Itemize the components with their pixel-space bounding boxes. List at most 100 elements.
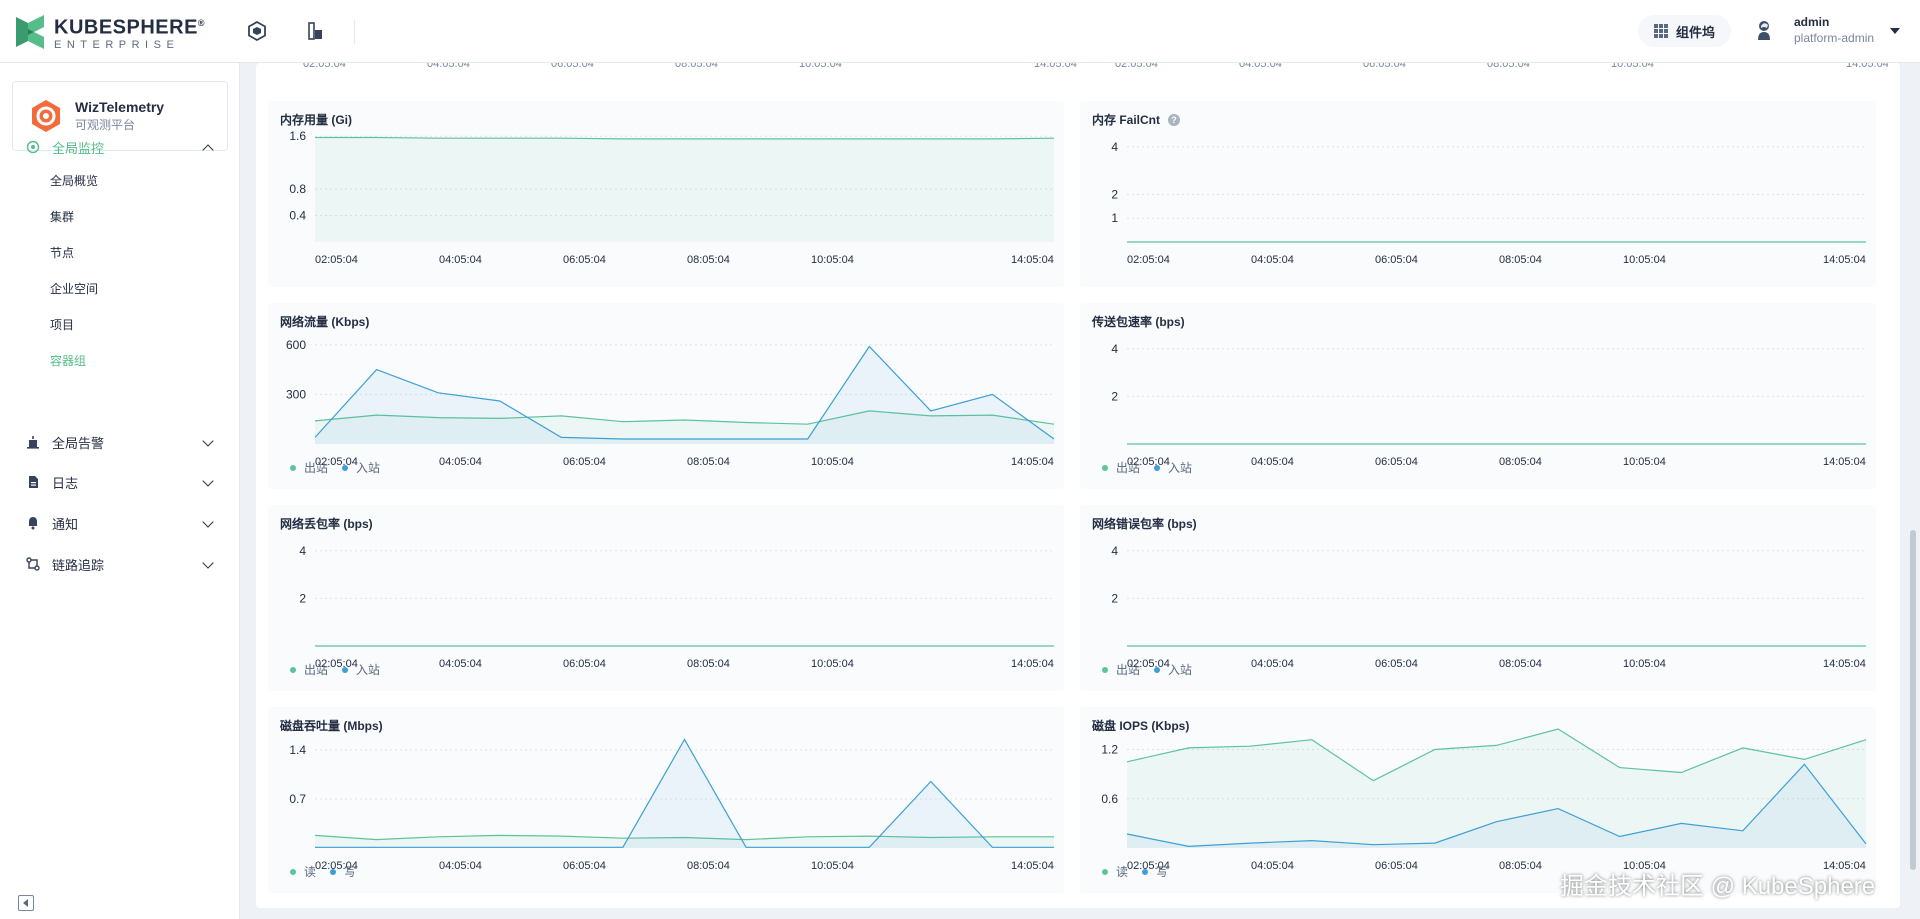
nav-item-nodes[interactable]: 节点 (50, 243, 74, 263)
legend-dot-icon (342, 464, 349, 471)
y-tick-label: 0.4 (289, 209, 306, 223)
legend-label: 入站 (1168, 663, 1193, 677)
x-tick-label: 04:05:04 (1251, 658, 1294, 670)
y-tick-label: 0.8 (289, 182, 306, 196)
series-area (315, 137, 1054, 242)
legend-item[interactable]: 出站 (1102, 459, 1140, 476)
legend-dot-icon (1142, 868, 1149, 875)
widget-dock-button[interactable]: 组件坞 (1638, 15, 1732, 47)
legend-label: 出站 (1116, 663, 1141, 677)
legend-item[interactable]: 入站 (342, 661, 380, 678)
legend-item[interactable]: 入站 (1154, 661, 1192, 678)
x-tick-label: 10:05:04 (811, 254, 854, 266)
x-tick-label: 08:05:04 (1499, 860, 1542, 872)
nav-group-global-alerts[interactable]: 全局告警 (0, 428, 240, 456)
legend-dot-icon (290, 464, 296, 471)
chart-legend: 读写 (290, 863, 370, 880)
strip-time-label: 04:05:04 (427, 63, 470, 70)
legend-dot-icon (1102, 464, 1108, 471)
nav-group-global-monitoring[interactable]: 全局监控 (0, 133, 240, 161)
strip-time-label: 10:05:04 (799, 63, 842, 70)
content-scrollbar[interactable] (1910, 530, 1916, 870)
x-tick-label: 06:05:04 (1375, 860, 1418, 872)
y-tick-label: 1.2 (1101, 743, 1118, 757)
nav-group-notifications[interactable]: 通知 (0, 509, 240, 537)
x-tick-label: 14:05:04 (1823, 254, 1866, 266)
app-description: 可观测平台 (75, 118, 136, 132)
legend-label: 读 (1116, 865, 1129, 879)
x-tick-label: 06:05:04 (1375, 254, 1418, 266)
legend-item[interactable]: 出站 (290, 459, 328, 476)
x-tick-label: 06:05:04 (563, 860, 606, 872)
legend-item[interactable]: 写 (330, 863, 356, 880)
chevron-down-icon (202, 475, 214, 487)
chevron-up-icon (202, 144, 214, 156)
nav-item-workspaces[interactable]: 企业空间 (50, 279, 98, 299)
nav-group-label: 日志 (52, 475, 79, 491)
nav-group-logs[interactable]: 日志 (0, 468, 240, 496)
legend-item[interactable]: 写 (1142, 863, 1168, 880)
legend-item[interactable]: 出站 (1102, 661, 1140, 678)
grid-icon (1654, 24, 1668, 38)
nav-item-overview[interactable]: 全局概览 (50, 171, 98, 191)
chart-card: 内存用量 (Gi) 1.6 0.8 0.4 02:05:04 04:05:04 06:05:… (268, 101, 1064, 287)
cluster-icon[interactable] (246, 20, 268, 42)
legend-label: 入站 (356, 663, 381, 677)
x-tick-label: 02:05:04 (1127, 254, 1170, 266)
chart-legend: 出站 入站 (1102, 459, 1206, 476)
x-tick-label: 02:05:04 (315, 254, 358, 266)
kubesphere-logo[interactable]: KUBESPHERE® ENTERPRISE (14, 12, 205, 52)
chart-card: 网络流量 (Kbps) 600 300 02:05:04 04:05:04 06:05:0… (268, 303, 1064, 489)
chart-legend: 出站 入站 (290, 459, 394, 476)
y-tick-label: 4 (299, 544, 306, 558)
strip-time-label: 08:05:04 (1487, 63, 1530, 70)
chart-legend: 读写 (1102, 863, 1182, 880)
x-tick-label: 08:05:04 (687, 456, 730, 468)
x-tick-label: 08:05:04 (687, 860, 730, 872)
chart-card: 传送包速率 (bps) 4 2 02:05:04 04:05:04 06:05:04 08:… (1080, 303, 1876, 489)
chart-svg: 1.40.702:05:04 04:05:04 06:05:04 08:05:04 10… (289, 738, 1054, 872)
workspace-icon[interactable] (304, 20, 326, 42)
kubesphere-logo-icon (16, 14, 44, 49)
y-tick-label: 2 (1111, 187, 1118, 201)
x-tick-label: 08:05:04 (687, 658, 730, 670)
x-tick-label: 08:05:04 (687, 254, 730, 266)
nav-item-pods[interactable]: 容器组 (50, 351, 86, 371)
y-tick-label: 0.6 (1101, 792, 1118, 806)
x-tick-label: 14:05:04 (1823, 658, 1866, 670)
legend-item[interactable]: 读 (1102, 863, 1128, 880)
nav-item-projects[interactable]: 项目 (50, 315, 74, 335)
x-tick-label: 14:05:04 (1011, 456, 1054, 468)
x-tick-label: 04:05:04 (439, 456, 482, 468)
y-tick-label: 2 (1111, 389, 1118, 403)
legend-item[interactable]: 出站 (290, 661, 328, 678)
user-menu[interactable]: admin platform-admin (1752, 14, 1874, 46)
legend-item[interactable]: 入站 (342, 459, 380, 476)
x-tick-label: 10:05:04 (1623, 456, 1666, 468)
legend-label: 写 (1156, 865, 1169, 879)
legend-item[interactable]: 读 (290, 863, 316, 880)
strip-time-label: 02:05:04 (1115, 63, 1158, 70)
legend-item[interactable]: 入站 (1154, 459, 1192, 476)
logo-registered: ® (197, 18, 206, 28)
strip-time-label: 04:05:04 (1239, 63, 1282, 70)
y-tick-label: 4 (1111, 544, 1118, 558)
user-dropdown-caret[interactable] (1890, 28, 1900, 34)
legend-dot-icon (290, 868, 296, 875)
avatar-icon (1758, 21, 1770, 40)
nav-group-label: 通知 (52, 516, 79, 532)
app-name: WizTelemetry (75, 99, 165, 115)
nav-item-clusters[interactable]: 集群 (50, 207, 74, 227)
x-tick-label: 06:05:04 (563, 254, 606, 266)
legend-dot-icon (1154, 464, 1161, 471)
chart-card: 网络丢包率 (bps) 4 2 02:05:04 04:05:04 06:05:04 08:… (268, 505, 1064, 691)
x-tick-label: 10:05:04 (1623, 658, 1666, 670)
legend-dot-icon (342, 666, 349, 673)
alert-icon (27, 436, 39, 449)
legend-dot-icon (1102, 868, 1108, 875)
x-tick-label: 08:05:04 (1499, 254, 1542, 266)
nav-group-tracing[interactable]: 链路追踪 (0, 550, 240, 578)
collapse-sidebar-button[interactable] (18, 895, 34, 911)
x-tick-label: 04:05:04 (439, 860, 482, 872)
nav-group-label: 全局监控 (52, 140, 105, 156)
